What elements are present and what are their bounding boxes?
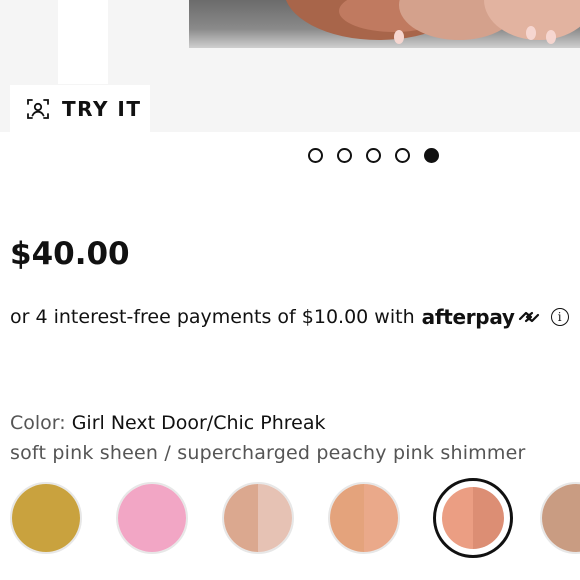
- shade-swatch[interactable]: [10, 482, 82, 554]
- selected-color-row: Color: Girl Next Door/Chic Phreak: [10, 412, 326, 434]
- shade-description: soft pink sheen / supercharged peachy pi…: [10, 442, 526, 464]
- face-scan-icon: [27, 98, 49, 119]
- shade-swatch[interactable]: [328, 482, 400, 554]
- afterpay-installments: or 4 interest-free payments of $10.00 wi…: [10, 305, 580, 329]
- try-it-button[interactable]: TRY IT: [10, 85, 150, 132]
- shade-swatch-selected[interactable]: [433, 478, 513, 558]
- shade-swatch[interactable]: [540, 482, 580, 554]
- info-icon[interactable]: i: [550, 308, 569, 326]
- gallery-image-fragment: [58, 0, 108, 84]
- shade-swatch-list: [0, 478, 580, 558]
- carousel-dot[interactable]: [395, 148, 410, 163]
- afterpay-logo[interactable]: afterpay: [422, 305, 541, 329]
- product-image-gallery[interactable]: TRY IT: [0, 0, 580, 132]
- carousel-dot[interactable]: [366, 148, 381, 163]
- afterpay-logo-text: afterpay: [421, 305, 515, 329]
- product-page: TRY IT $40.00 or 4 interest-free payment…: [0, 0, 580, 580]
- carousel-dot[interactable]: [337, 148, 352, 163]
- carousel-pagination: [308, 148, 439, 164]
- color-name: Girl Next Door/Chic Phreak: [71, 412, 326, 434]
- try-it-label: TRY IT: [62, 96, 142, 121]
- afterpay-text: or 4 interest-free payments of $10.00 wi…: [10, 306, 415, 328]
- color-label: Color:: [10, 412, 66, 434]
- product-model-photo[interactable]: [189, 0, 580, 48]
- carousel-dot[interactable]: [308, 148, 323, 163]
- carousel-dot[interactable]: [424, 148, 439, 163]
- shade-swatch[interactable]: [222, 482, 294, 554]
- shade-swatch-color: [442, 487, 504, 549]
- afterpay-arrows-icon: [518, 311, 539, 323]
- product-price: $40.00: [10, 236, 130, 272]
- shade-swatch[interactable]: [116, 482, 188, 554]
